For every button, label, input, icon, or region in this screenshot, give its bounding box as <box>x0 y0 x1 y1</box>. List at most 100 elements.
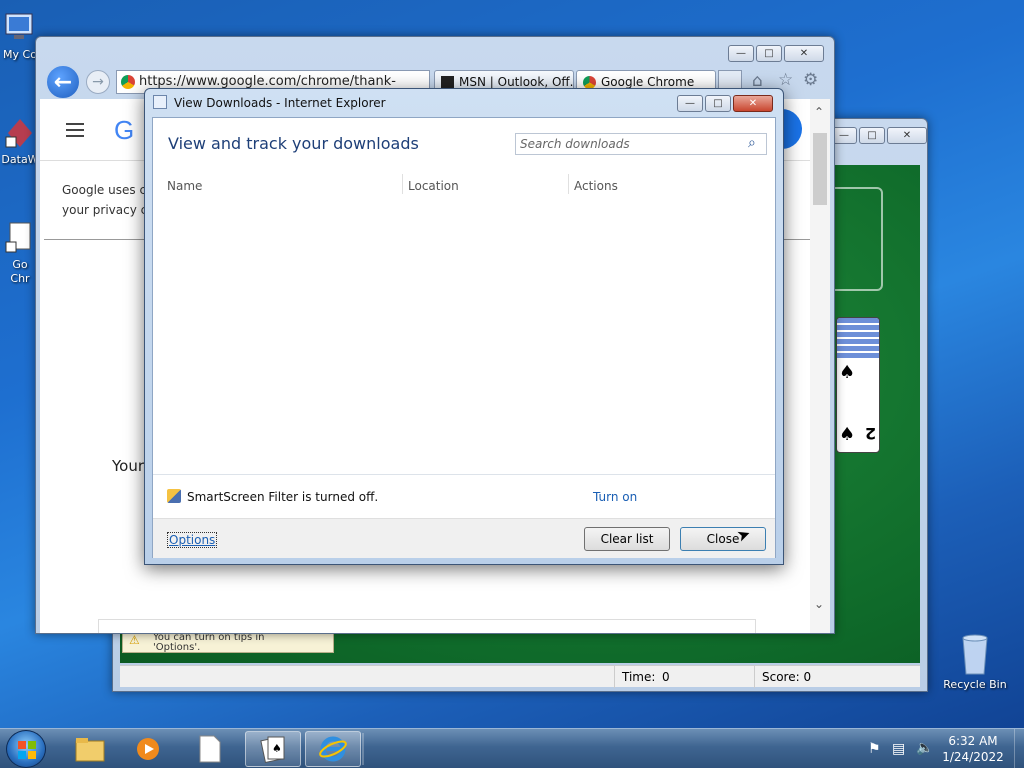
search-downloads-input[interactable]: Search downloads ⌕ <box>515 133 767 155</box>
hamburger-menu-icon[interactable] <box>66 123 84 137</box>
column-divider <box>568 174 569 194</box>
tip-box: ⚠ You can turn on tips in 'Options'. <box>122 631 334 653</box>
taskbar-document[interactable] <box>182 731 238 767</box>
turn-on-link[interactable]: Turn on <box>593 490 637 504</box>
network-icon[interactable]: ▤ <box>892 741 905 757</box>
spade-icon: ♠ <box>839 424 856 445</box>
windows-logo-icon <box>18 741 36 759</box>
solitaire-statusbar: Time: 0 Score: 0 <box>120 665 920 688</box>
gear-icon[interactable]: ⚙ <box>803 70 818 90</box>
maximize-button[interactable]: □ <box>756 45 782 62</box>
taskbar-media-player[interactable] <box>120 731 176 767</box>
taskbar-solitaire[interactable]: ♠ <box>245 731 301 767</box>
scroll-down-icon[interactable]: ⌄ <box>814 597 824 611</box>
column-header-location[interactable]: Location <box>408 179 459 193</box>
clock[interactable]: 6:32 AM 1/24/2022 <box>940 733 1006 765</box>
computer-icon <box>5 13 33 39</box>
time-label: Time: <box>622 670 656 684</box>
dialog-title: View Downloads - Internet Explorer <box>174 96 386 110</box>
cookie-text-line-1: Google uses co <box>62 183 154 197</box>
volume-icon[interactable]: 🔈 <box>916 740 933 756</box>
cookie-text-line-2: your privacy co <box>62 203 155 217</box>
your-heading: Your <box>112 457 145 475</box>
document-icon <box>199 735 221 763</box>
column-header-name[interactable]: Name <box>167 179 202 193</box>
close-dialog-button[interactable]: Close <box>680 527 766 551</box>
minimize-button[interactable]: — <box>728 45 754 62</box>
chrome-favicon-icon <box>121 75 135 89</box>
svg-text:♠: ♠ <box>272 742 282 755</box>
tray-divider <box>362 733 364 765</box>
start-button[interactable] <box>6 730 46 768</box>
column-header-actions[interactable]: Actions <box>574 179 618 193</box>
warning-icon: ⚠ <box>129 633 140 647</box>
vertical-scrollbar[interactable]: ⌃ ⌄ <box>810 99 830 633</box>
solitaire-caption-buttons: — □ ✕ <box>831 127 927 144</box>
desktop-icon-recycle-bin[interactable]: Recycle Bin <box>942 632 1008 692</box>
clock-date: 1/24/2022 <box>942 750 1004 764</box>
minimize-button[interactable]: — <box>677 95 703 112</box>
close-button[interactable]: ✕ <box>733 95 773 112</box>
maximize-button[interactable]: □ <box>859 127 885 144</box>
data-app-icon <box>5 119 32 148</box>
document-shortcut-icon <box>5 222 31 253</box>
search-icon[interactable]: ⌕ <box>748 135 756 151</box>
scroll-up-icon[interactable]: ⌃ <box>814 105 824 119</box>
view-downloads-dialog[interactable]: View Downloads - Internet Explorer — □ ✕… <box>144 88 784 565</box>
downloads-list[interactable]: Name Location Actions <box>153 172 775 474</box>
ie-download-icon <box>153 95 167 109</box>
show-desktop-button[interactable] <box>1014 729 1024 768</box>
card-stack[interactable]: ♠ ♠ 2 <box>836 317 880 453</box>
spade-icon: ♠ <box>839 362 856 383</box>
taskbar: ♠ ⚑ ▤ 🔈 6:32 AM 1/24/2022 <box>0 728 1024 768</box>
close-button[interactable]: ✕ <box>887 127 927 144</box>
back-button[interactable]: ← <box>45 64 81 100</box>
desktop-icon-label: My Co <box>3 48 37 61</box>
taskbar-internet-explorer[interactable] <box>305 731 361 767</box>
arrow-left-icon: ← <box>53 69 73 95</box>
desktop-icon-datawrapper[interactable]: DataW <box>0 115 40 167</box>
internet-explorer-icon <box>319 736 347 762</box>
desktop-icon-label: DataW <box>1 153 39 166</box>
options-link[interactable]: Options <box>167 532 218 548</box>
recycle-bin-icon <box>962 634 988 675</box>
tip-line-2: 'Options'. <box>153 642 201 653</box>
list-header-row: Name Location Actions <box>153 172 775 198</box>
column-divider <box>402 174 403 194</box>
taskbar-explorer[interactable] <box>62 731 118 767</box>
action-center-flag-icon[interactable]: ⚑ <box>868 741 881 757</box>
desktop-icon-label: Go Chr <box>10 258 30 285</box>
arrow-right-icon: → <box>92 74 104 90</box>
dialog-caption-buttons: — □ ✕ <box>677 95 773 112</box>
scroll-thumb[interactable] <box>813 133 827 205</box>
smartscreen-status: SmartScreen Filter is turned off. <box>187 490 379 504</box>
forward-button[interactable]: → <box>86 70 110 94</box>
playing-cards-icon: ♠ <box>260 736 285 763</box>
divider <box>153 474 775 475</box>
close-button[interactable]: ✕ <box>784 45 824 62</box>
shield-warning-icon <box>167 489 181 503</box>
desktop-icon-google-chrome[interactable]: Go Chr <box>0 220 40 286</box>
clear-list-button[interactable]: Clear list <box>584 527 670 551</box>
dialog-body: View and track your downloads Search dow… <box>152 117 776 558</box>
google-logo: G <box>114 115 135 145</box>
desktop-icon-my-computer[interactable]: My Co <box>0 10 40 62</box>
media-player-icon <box>137 738 159 760</box>
score-label: Score: 0 <box>762 670 812 684</box>
bottom-card <box>98 619 756 633</box>
address-text: https://www.google.com/chrome/thank- <box>139 74 396 89</box>
card-rank: 2 <box>865 424 877 443</box>
desktop-icon-label: Recycle Bin <box>943 678 1007 691</box>
browser-caption-buttons: — □ ✕ <box>728 45 824 62</box>
card-backs <box>837 318 879 358</box>
tab-label: Google Chrome <box>601 75 695 89</box>
downloads-heading: View and track your downloads <box>168 134 419 153</box>
tab-label: MSN | Outlook, Off... <box>459 75 574 89</box>
folder-icon <box>75 738 105 762</box>
maximize-button[interactable]: □ <box>705 95 731 112</box>
time-value: 0 <box>662 670 670 684</box>
favorites-star-icon[interactable]: ☆ <box>778 70 793 90</box>
clock-time: 6:32 AM <box>948 734 998 748</box>
search-placeholder: Search downloads <box>520 137 630 151</box>
dialog-footer: Options Clear list Close ➤ <box>153 518 775 558</box>
